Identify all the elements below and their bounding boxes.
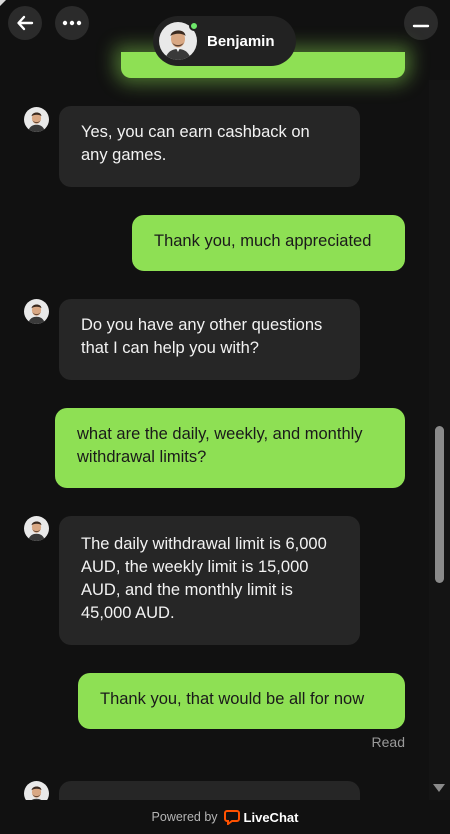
agent-photo-icon: [24, 299, 49, 324]
agent-message-avatar: [24, 107, 49, 132]
back-button[interactable]: [8, 6, 42, 40]
agent-name: Benjamin: [207, 32, 275, 50]
agent-message-avatar: [24, 516, 49, 541]
ellipsis-icon: [62, 20, 82, 26]
agent-photo-icon: [24, 107, 49, 132]
user-message-bubble: Thank you, that would be all for now: [78, 673, 405, 729]
minimize-icon: [412, 24, 430, 28]
online-status-indicator: [189, 21, 199, 31]
minimize-button[interactable]: [404, 6, 438, 40]
agent-message-bubble: The daily withdrawal limit is 6,000 AUD,…: [59, 516, 360, 645]
scroll-down-arrow-icon[interactable]: [433, 784, 445, 792]
arrow-left-icon: [17, 15, 34, 31]
user-message-bubble: Thank you, much appreciated: [132, 215, 405, 271]
livechat-logo-icon: [223, 810, 240, 825]
livechat-brand-label: LiveChat: [243, 809, 299, 825]
agent-avatar-container: [159, 21, 199, 60]
agent-message-bubble: Yes, you can earn cashback on any games.: [59, 106, 360, 187]
scrollbar-thumb[interactable]: [435, 426, 444, 583]
powered-by-label: Powered by: [151, 810, 218, 824]
chat-window: Benjamin Yes, you can earn cashback on a…: [0, 0, 450, 834]
user-message-bubble: what are the daily, weekly, and monthly …: [55, 408, 405, 488]
agent-photo-icon: [24, 516, 49, 541]
agent-message-bubble: Do you have any other questions that I c…: [59, 299, 360, 380]
corner-accent-icon: [0, 0, 6, 6]
footer: Powered by LiveChat: [0, 800, 450, 834]
more-options-button[interactable]: [55, 6, 89, 40]
read-receipt: Read: [371, 734, 405, 750]
agent-message-avatar: [24, 299, 49, 324]
livechat-brand-link[interactable]: LiveChat: [223, 809, 299, 825]
agent-header[interactable]: Benjamin: [153, 16, 296, 66]
